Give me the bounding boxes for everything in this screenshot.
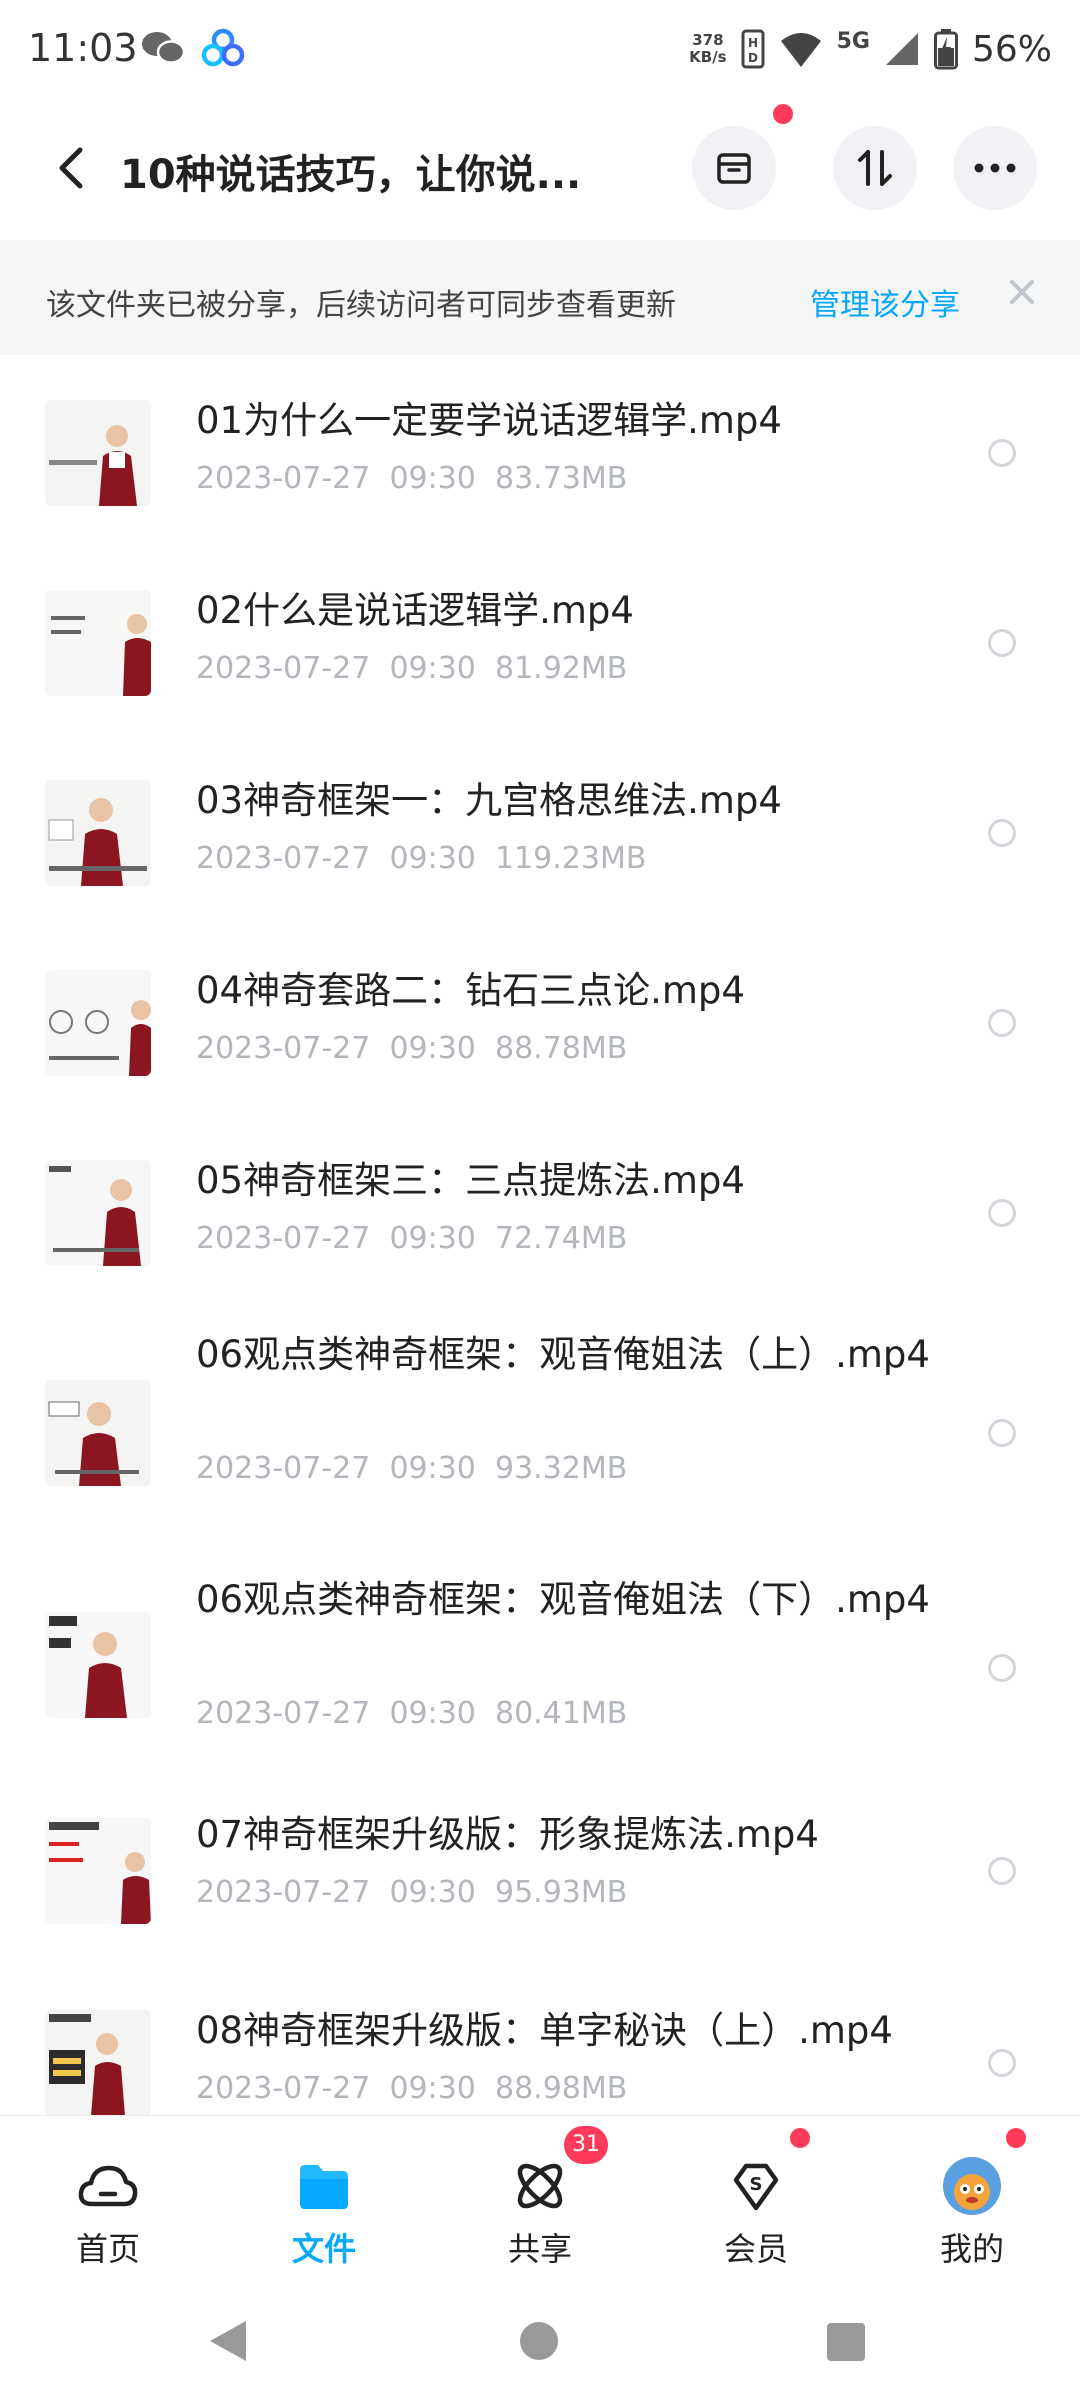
status-time: 11:03 xyxy=(28,26,138,70)
select-radio[interactable] xyxy=(988,2049,1016,2077)
file-row[interactable]: 08神奇框架升级版：单字秘诀（上）.mp4 2023-07-27 09:30 8… xyxy=(0,1965,1080,2115)
file-name: 05神奇框架三：三点提炼法.mp4 xyxy=(196,1159,745,1202)
file-meta: 2023-07-27 09:30 88.98MB xyxy=(196,2071,628,2106)
nav-item-files[interactable]: 文件 xyxy=(216,2116,432,2281)
file-row[interactable]: 04神奇套路二：钻石三点论.mp4 2023-07-27 09:30 88.78… xyxy=(0,925,1080,1115)
battery-icon xyxy=(933,29,958,70)
nav-label: 首页 xyxy=(75,2230,140,2268)
profile-notification-dot xyxy=(1006,2128,1026,2148)
hd-icon: H D xyxy=(741,29,765,69)
status-right: 378 KB/s H D 5G 56% xyxy=(689,24,1052,74)
file-name: 03神奇框架一：九宫格思维法.mp4 xyxy=(196,779,782,822)
manage-share-link[interactable]: 管理该分享 xyxy=(810,280,960,324)
folder-icon xyxy=(300,2165,348,2209)
file-meta: 2023-07-27 09:30 80.41MB xyxy=(196,1696,628,1731)
video-thumbnail xyxy=(45,780,151,886)
vip-notification-dot xyxy=(790,2128,810,2148)
system-recents-icon[interactable] xyxy=(826,2322,866,2362)
select-radio[interactable] xyxy=(988,1199,1016,1227)
select-radio[interactable] xyxy=(988,439,1016,467)
cloud-icon xyxy=(78,2165,138,2207)
share-atom-icon xyxy=(517,2163,563,2209)
file-meta: 2023-07-27 09:30 88.78MB xyxy=(196,1031,628,1066)
more-button[interactable] xyxy=(953,126,1037,210)
avatar-icon xyxy=(943,2157,1001,2215)
file-name: 06观点类神奇框架：观音俺姐法（上）.mp4 xyxy=(196,1333,930,1376)
svg-text:D: D xyxy=(748,51,758,65)
file-name: 07神奇框架升级版：形象提炼法.mp4 xyxy=(196,1813,819,1856)
baidu-netdisk-icon xyxy=(201,28,245,67)
file-row[interactable]: 02什么是说话逻辑学.mp4 2023-07-27 09:30 81.92MB xyxy=(0,545,1080,735)
system-back-icon[interactable] xyxy=(206,2318,250,2364)
file-name: 08神奇框架升级版：单字秘诀（上）.mp4 xyxy=(196,2009,893,2052)
nav-label: 共享 xyxy=(507,2230,572,2268)
select-radio[interactable] xyxy=(988,1009,1016,1037)
video-thumbnail xyxy=(45,970,151,1076)
share-count-badge: 31 xyxy=(564,2126,608,2164)
wechat-icon xyxy=(142,32,186,64)
nav-label: 会员 xyxy=(723,2230,788,2268)
video-thumbnail xyxy=(45,590,151,696)
svg-text:H: H xyxy=(748,36,758,50)
system-navigation-bar xyxy=(0,2280,1080,2400)
video-thumbnail xyxy=(45,1160,151,1266)
video-thumbnail xyxy=(45,2010,151,2115)
back-arrow-icon xyxy=(59,147,83,189)
nav-label: 我的 xyxy=(939,2230,1004,2268)
archive-button[interactable] xyxy=(692,126,776,210)
video-thumbnail xyxy=(45,400,151,506)
select-radio[interactable] xyxy=(988,629,1016,657)
nav-item-me[interactable]: 我的 xyxy=(864,2116,1080,2281)
share-notice-bar: 该文件夹已被分享，后续访问者可同步查看更新 管理该分享 xyxy=(0,240,1080,355)
share-notice-text: 该文件夹已被分享，后续访问者可同步查看更新 xyxy=(46,288,676,323)
nav-item-home[interactable]: 首页 xyxy=(0,2116,216,2281)
file-meta: 2023-07-27 09:30 72.74MB xyxy=(196,1221,628,1256)
file-meta: 2023-07-27 09:30 81.92MB xyxy=(196,651,628,686)
file-meta: 2023-07-27 09:30 93.32MB xyxy=(196,1451,628,1486)
bottom-nav: 首页 文件 31 共享 S 会员 我的 xyxy=(0,2115,1080,2281)
video-thumbnail xyxy=(45,1818,151,1924)
header: 10种说话技巧，让你说... xyxy=(0,100,1080,240)
select-radio[interactable] xyxy=(988,1654,1016,1682)
file-list: 01为什么一定要学说话逻辑学.mp4 2023-07-27 09:30 83.7… xyxy=(0,355,1080,2115)
file-row[interactable]: 01为什么一定要学说话逻辑学.mp4 2023-07-27 09:30 83.7… xyxy=(0,355,1080,545)
system-home-icon[interactable] xyxy=(518,2320,560,2362)
page-title: 10种说话技巧，让你说... xyxy=(120,152,582,198)
vip-diamond-icon: S xyxy=(733,2163,779,2211)
file-row[interactable]: 03神奇框架一：九宫格思维法.mp4 2023-07-27 09:30 119.… xyxy=(0,735,1080,925)
video-thumbnail xyxy=(45,1380,151,1486)
wifi-icon xyxy=(780,33,821,67)
file-name: 06观点类神奇框架：观音俺姐法（下）.mp4 xyxy=(196,1578,930,1621)
file-meta: 2023-07-27 09:30 95.93MB xyxy=(196,1875,628,1910)
nav-label: 文件 xyxy=(291,2230,356,2268)
svg-text:S: S xyxy=(750,2174,763,2195)
video-thumbnail xyxy=(45,1612,151,1718)
nav-item-share[interactable]: 31 共享 xyxy=(432,2116,648,2281)
file-meta: 2023-07-27 09:30 119.23MB xyxy=(196,841,647,876)
archive-icon xyxy=(717,153,751,184)
file-row[interactable]: 06观点类神奇框架：观音俺姐法（上）.mp4 2023-07-27 09:30 … xyxy=(0,1305,1080,1550)
file-row[interactable]: 06观点类神奇框架：观音俺姐法（下）.mp4 2023-07-27 09:30 … xyxy=(0,1550,1080,1775)
select-radio[interactable] xyxy=(988,1419,1016,1447)
battery-percent: 56% xyxy=(971,28,1052,70)
nav-item-vip[interactable]: S 会员 xyxy=(648,2116,864,2281)
sort-icon xyxy=(858,150,892,186)
file-name: 04神奇套路二：钻石三点论.mp4 xyxy=(196,969,745,1012)
file-meta: 2023-07-27 09:30 83.73MB xyxy=(196,461,628,496)
file-row[interactable]: 05神奇框架三：三点提炼法.mp4 2023-07-27 09:30 72.74… xyxy=(0,1115,1080,1305)
archive-notification-dot xyxy=(773,104,793,124)
file-name: 02什么是说话逻辑学.mp4 xyxy=(196,589,634,632)
file-name: 01为什么一定要学说话逻辑学.mp4 xyxy=(196,399,782,442)
status-bar: 11:03 378 KB/s H D 5G 56% xyxy=(0,0,1080,100)
select-radio[interactable] xyxy=(988,1857,1016,1885)
back-button[interactable] xyxy=(40,138,100,198)
sort-button[interactable] xyxy=(833,126,917,210)
file-row[interactable]: 07神奇框架升级版：形象提炼法.mp4 2023-07-27 09:30 95.… xyxy=(0,1775,1080,1965)
network-type: 5G xyxy=(836,28,870,54)
close-icon[interactable] xyxy=(1002,272,1042,312)
signal-icon xyxy=(885,33,918,65)
select-radio[interactable] xyxy=(988,819,1016,847)
more-icon xyxy=(974,163,1016,173)
network-speed: 378 KB/s xyxy=(689,31,727,66)
